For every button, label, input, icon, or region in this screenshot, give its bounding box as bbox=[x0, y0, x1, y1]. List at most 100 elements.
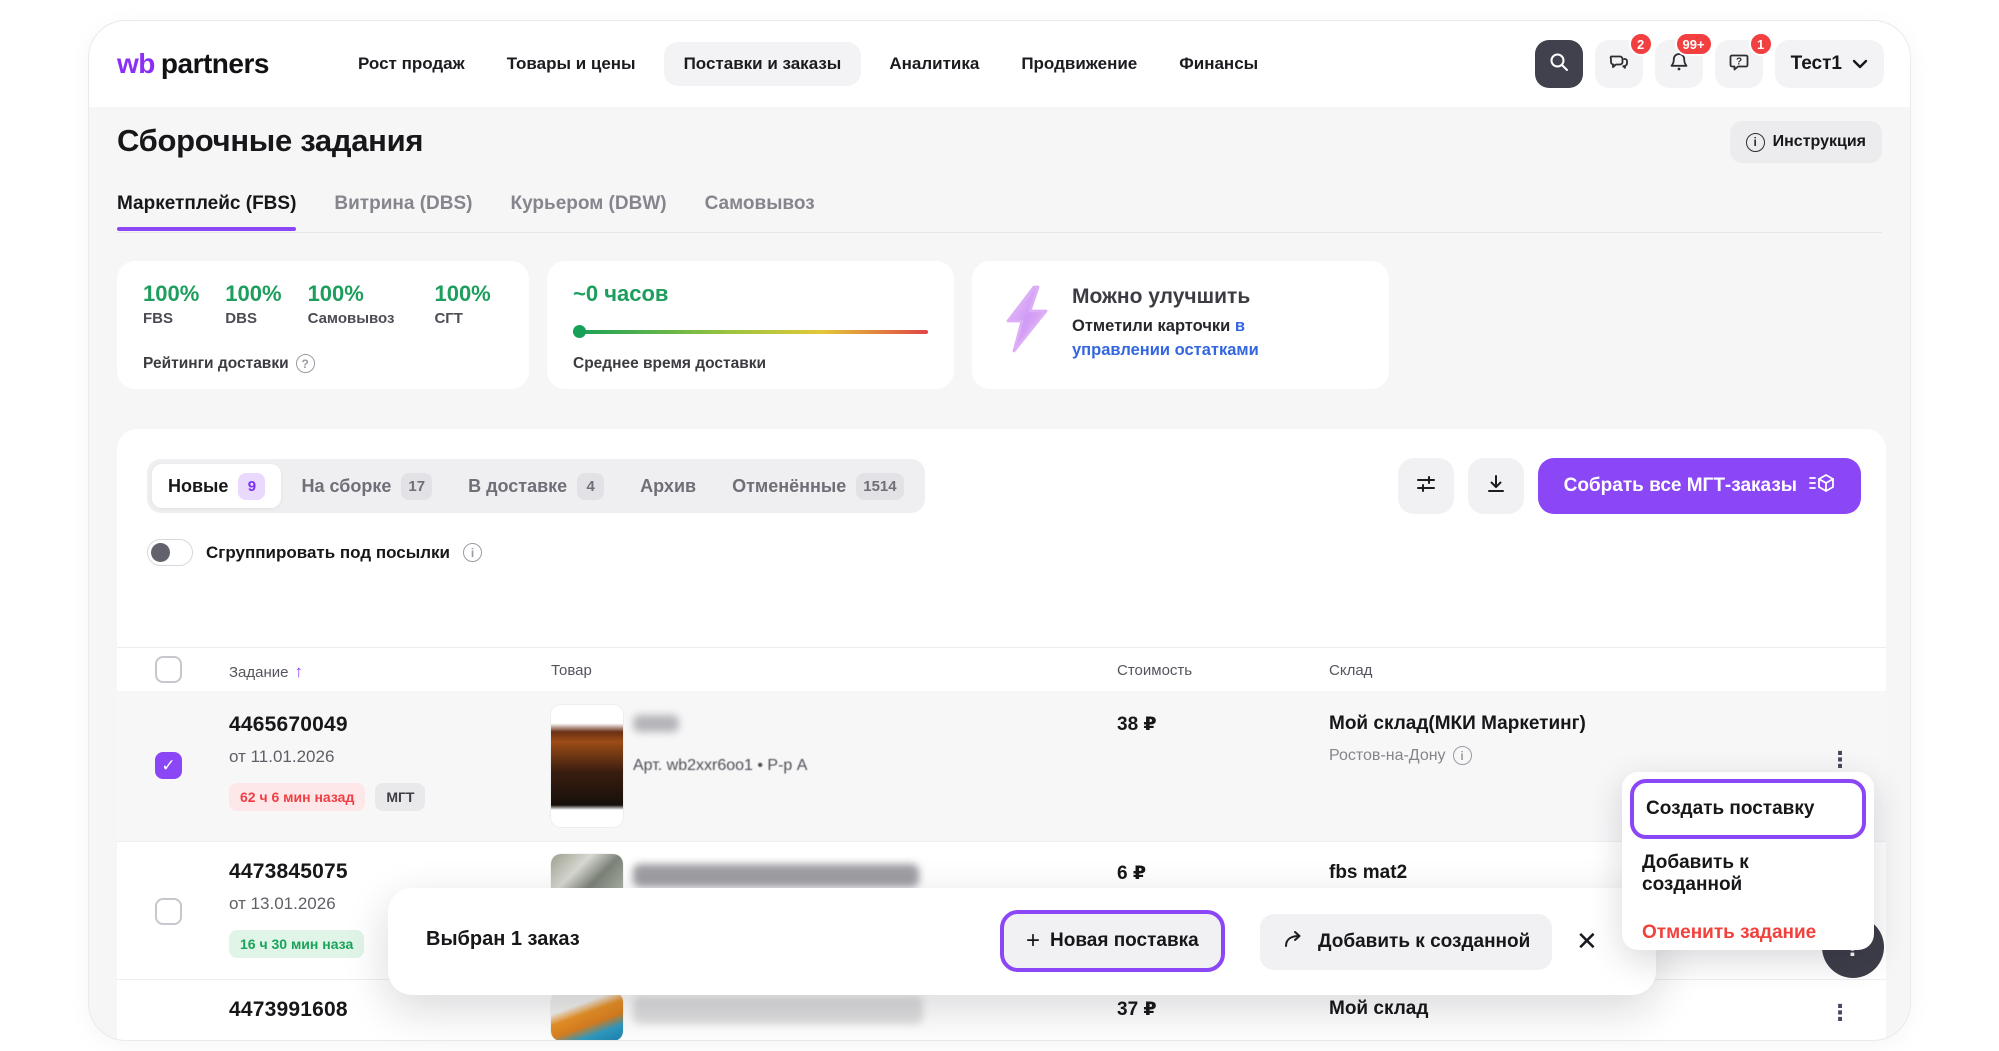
segment-archive[interactable]: Архив bbox=[624, 464, 712, 508]
logo-wb: wb bbox=[117, 48, 155, 79]
collect-mgt-orders-button[interactable]: Собрать все МГТ-заказы bbox=[1538, 458, 1861, 514]
info-icon: i bbox=[1746, 133, 1765, 152]
chevron-down-icon bbox=[1852, 53, 1868, 75]
table-row[interactable]: ✓ 4465670049 от 11.01.2026 62 ч 6 мин на… bbox=[117, 691, 1886, 841]
instruction-label: Инструкция bbox=[1773, 133, 1866, 151]
improve-title: Можно улучшить bbox=[1072, 285, 1332, 309]
row2-order-id: 4473845075 bbox=[229, 860, 348, 884]
group-parcels-row: Сгруппировать под посылки i bbox=[147, 539, 482, 566]
row1-mgt-badge: МГТ bbox=[375, 783, 425, 811]
row1-product-name-blurred bbox=[633, 715, 679, 732]
column-task[interactable]: Задание↑ bbox=[229, 662, 303, 682]
nav-finance[interactable]: Финансы bbox=[1165, 42, 1272, 86]
row3-actions-menu[interactable]: ⋮ bbox=[1829, 1002, 1851, 1024]
nav-sales-growth[interactable]: Рост продаж bbox=[344, 42, 479, 86]
segment-in-delivery[interactable]: В доставке 4 bbox=[452, 464, 620, 508]
add-to-created-button[interactable]: Добавить к созданной bbox=[1260, 914, 1552, 970]
delivery-ratings-card[interactable]: 100% FBS 100% DBS 100% Самовывоз 100% СГ… bbox=[117, 261, 529, 389]
selection-bar: Выбран 1 заказ + Новая поставка Добавить… bbox=[388, 888, 1656, 995]
group-info-icon[interactable]: i bbox=[463, 543, 482, 562]
question-bubble-icon: ? bbox=[1727, 50, 1751, 79]
nav-analytics[interactable]: Аналитика bbox=[875, 42, 993, 86]
main-nav: Рост продаж Товары и цены Поставки и зак… bbox=[344, 21, 1272, 107]
rating-sgt: 100% СГТ bbox=[434, 281, 490, 327]
top-header: wbpartners Рост продаж Товары и цены Пос… bbox=[89, 21, 1910, 107]
select-all-checkbox[interactable] bbox=[155, 656, 182, 683]
delivery-type-tabs: Маркетплейс (FBS) Витрина (DBS) Курьером… bbox=[117, 193, 815, 231]
row3-order-id: 4473991608 bbox=[229, 998, 348, 1022]
rating-fbs: 100% FBS bbox=[143, 281, 199, 327]
tab-pickup[interactable]: Самовывоз bbox=[705, 193, 815, 231]
support-button[interactable]: ? 1 bbox=[1715, 40, 1763, 88]
row2-price: 6 ₽ bbox=[1117, 862, 1146, 885]
plus-icon: + bbox=[1026, 929, 1040, 953]
row2-checkbox[interactable] bbox=[155, 898, 182, 925]
column-warehouse: Склад bbox=[1329, 662, 1372, 679]
row-context-menu: Создать поставку Добавить к созданной От… bbox=[1622, 772, 1874, 950]
table-header: Задание↑ Товар Стоимость Склад bbox=[117, 647, 1886, 691]
delivery-time-card[interactable]: ~0 часов Среднее время доставки bbox=[547, 261, 954, 389]
account-menu[interactable]: Тест1 bbox=[1775, 40, 1884, 88]
tab-courier-dbw[interactable]: Курьером (DBW) bbox=[511, 193, 667, 231]
redo-arrow-icon bbox=[1282, 928, 1306, 956]
segment-cancelled[interactable]: Отменённые 1514 bbox=[716, 464, 920, 508]
toggle-knob bbox=[151, 543, 170, 562]
box-list-icon bbox=[1809, 471, 1835, 501]
stats-cards: 100% FBS 100% DBS 100% Самовывоз 100% СГ… bbox=[117, 261, 1389, 389]
new-supply-button[interactable]: + Новая поставка bbox=[1000, 910, 1225, 972]
tab-vitrina-dbs[interactable]: Витрина (DBS) bbox=[334, 193, 472, 231]
messages-button[interactable]: 2 bbox=[1595, 40, 1643, 88]
row1-overdue-badge: 62 ч 6 мин назад bbox=[229, 783, 365, 811]
segment-assembling[interactable]: На сборке 17 bbox=[285, 464, 448, 508]
group-parcels-toggle[interactable] bbox=[147, 539, 193, 566]
group-parcels-label: Сгруппировать под посылки bbox=[206, 543, 450, 563]
account-name: Тест1 bbox=[1791, 53, 1842, 75]
chat-icon bbox=[1607, 50, 1631, 79]
notifications-button[interactable]: 99+ bbox=[1655, 40, 1703, 88]
segment-new[interactable]: Новые 9 bbox=[152, 464, 281, 508]
segment-in-delivery-count: 4 bbox=[577, 473, 604, 500]
ratings-caption: Рейтинги доставки ? bbox=[143, 354, 315, 373]
ratings-values: 100% FBS 100% DBS 100% Самовывоз 100% СГ… bbox=[143, 281, 503, 327]
search-button[interactable] bbox=[1535, 40, 1583, 88]
row1-checkbox[interactable]: ✓ bbox=[155, 752, 182, 779]
close-icon[interactable]: ✕ bbox=[1576, 926, 1598, 957]
column-product: Товар bbox=[551, 662, 592, 679]
notifications-badge: 99+ bbox=[1675, 32, 1713, 56]
menu-add-to-created[interactable]: Добавить к созданной bbox=[1622, 839, 1874, 909]
wb-partners-logo[interactable]: wbpartners bbox=[117, 48, 269, 80]
logo-partners: partners bbox=[161, 48, 269, 79]
instruction-button[interactable]: i Инструкция bbox=[1730, 121, 1882, 163]
header-actions: 2 99+ ? 1 Тест1 bbox=[1535, 40, 1884, 88]
tab-marketplace-fbs[interactable]: Маркетплейс (FBS) bbox=[117, 193, 296, 231]
row2-time-badge: 16 ч 30 мин наза bbox=[229, 930, 364, 958]
row1-price: 38 ₽ bbox=[1117, 713, 1157, 736]
column-price: Стоимость bbox=[1117, 662, 1192, 679]
gauge-marker bbox=[573, 325, 586, 338]
menu-create-supply[interactable]: Создать поставку bbox=[1630, 779, 1866, 839]
question-circle-icon[interactable]: ? bbox=[296, 354, 315, 373]
row1-order-id: 4465670049 bbox=[229, 713, 348, 737]
improve-text: Отметили карточки в управлении остатками bbox=[1072, 315, 1332, 363]
row3-product-image[interactable] bbox=[551, 992, 623, 1041]
support-badge: 1 bbox=[1749, 32, 1773, 56]
nav-goods-prices[interactable]: Товары и цены bbox=[493, 42, 650, 86]
row1-actions-menu[interactable]: ⋮ bbox=[1829, 749, 1851, 771]
tabs-divider bbox=[117, 232, 1882, 233]
row1-product-image[interactable] bbox=[551, 705, 623, 827]
selection-count: Выбран 1 заказ bbox=[426, 928, 580, 951]
sort-asc-icon[interactable]: ↑ bbox=[295, 662, 304, 681]
improve-card[interactable]: Можно улучшить Отметили карточки в управ… bbox=[972, 261, 1389, 389]
rating-pickup: 100% Самовывоз bbox=[308, 281, 395, 327]
menu-cancel-task[interactable]: Отменить задание bbox=[1622, 909, 1874, 957]
download-button[interactable] bbox=[1468, 458, 1524, 514]
filters-button[interactable] bbox=[1398, 458, 1454, 514]
row1-warehouse: Мой склад(МКИ Маркетинг) bbox=[1329, 713, 1586, 735]
segment-assembling-count: 17 bbox=[401, 473, 432, 500]
page-title: Сборочные задания bbox=[117, 123, 423, 159]
nav-supplies-orders[interactable]: Поставки и заказы bbox=[664, 42, 862, 86]
row2-warehouse: fbs mat2 bbox=[1329, 862, 1407, 884]
segment-cancelled-count: 1514 bbox=[856, 473, 903, 500]
city-info-icon[interactable]: i bbox=[1453, 746, 1472, 765]
nav-promotion[interactable]: Продвижение bbox=[1007, 42, 1151, 86]
